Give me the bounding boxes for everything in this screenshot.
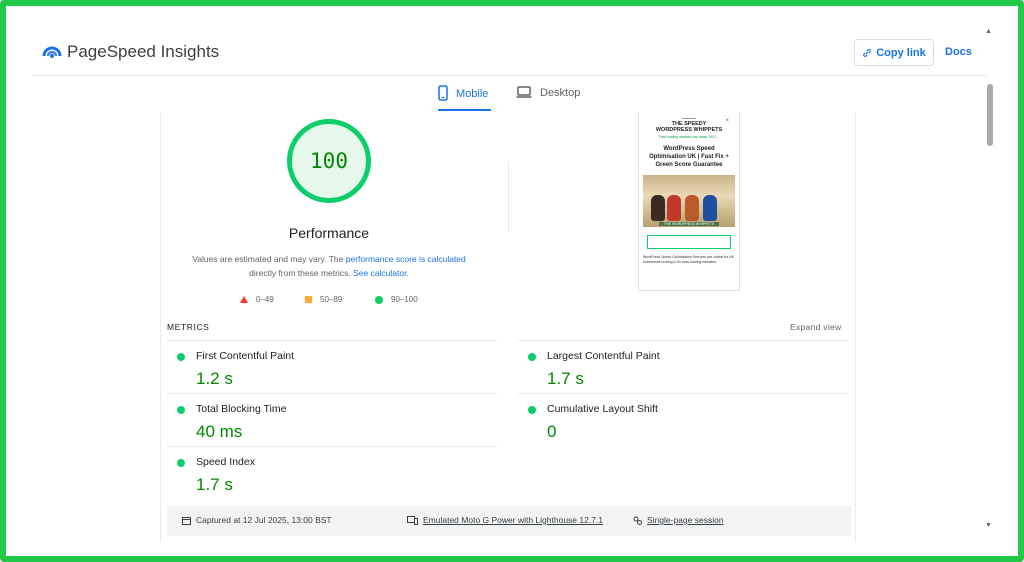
thumb-score-box — [647, 235, 731, 249]
column-divider — [508, 162, 509, 232]
metric-name: Largest Contentful Paint — [547, 350, 660, 362]
legend-pass: 90–100 — [375, 295, 418, 304]
expand-view-button[interactable]: Expand view — [790, 322, 842, 332]
metric-name: First Contentful Paint — [196, 350, 295, 362]
calendar-icon — [182, 516, 191, 525]
report-panel: 100 Performance Values are estimated and… — [160, 112, 856, 542]
legend-average: 50–89 — [305, 295, 342, 304]
see-calculator-link[interactable]: See calculator. — [353, 268, 409, 278]
circle-icon — [375, 295, 383, 304]
legend-pass-label: 90–100 — [391, 295, 418, 304]
performance-score-link[interactable]: performance score is calculated — [346, 254, 466, 264]
captured-at: Captured at 12 Jul 2025, 13:00 BST — [182, 515, 332, 525]
legend-fail-label: 0–49 — [256, 295, 274, 304]
close-icon: × — [725, 118, 729, 124]
copy-link-button[interactable]: Copy link — [854, 39, 934, 66]
page-screenshot-thumbnail: THE SPEEDY WORDPRESS WHIPPETS × Fast loa… — [638, 112, 740, 291]
metric-value: 0 — [547, 422, 557, 441]
thumb-caption: THE WORDPRESS WHIPPETS — [659, 222, 719, 226]
metric-name: Total Blocking Time — [196, 403, 287, 415]
whippets-photo: THE WORDPRESS WHIPPETS — [643, 175, 735, 227]
scroll-up-arrow-icon[interactable]: ▲ — [985, 28, 992, 35]
metric-largest-contentful-paint: Largest Contentful Paint 1.7 s — [518, 340, 848, 393]
runtime-settings-bar: Captured at 12 Jul 2025, 13:00 BST Emula… — [167, 506, 851, 536]
triangle-icon — [240, 296, 248, 303]
docs-link[interactable]: Docs — [945, 46, 972, 58]
metrics-section-label: METRICS — [167, 322, 210, 332]
devices-icon — [407, 515, 418, 525]
performance-score-gauge: 100 — [287, 119, 371, 203]
captured-at-text: Captured at 12 Jul 2025, 13:00 BST — [196, 515, 332, 525]
tab-mobile[interactable]: Mobile — [438, 85, 491, 111]
phone-icon — [438, 85, 448, 101]
metric-value: 40 ms — [196, 422, 243, 441]
pass-dot-icon — [528, 406, 536, 414]
copy-link-label: Copy link — [876, 46, 926, 59]
pass-dot-icon — [177, 459, 185, 467]
metric-value: 1.7 s — [196, 475, 233, 494]
thumb-brand: THE SPEEDY WORDPRESS WHIPPETS — [655, 121, 723, 133]
note-text: Values are estimated and may vary. The — [192, 254, 346, 264]
session-icon — [633, 516, 642, 525]
pass-dot-icon — [177, 353, 185, 361]
metric-name: Cumulative Layout Shift — [547, 403, 658, 415]
app-header: PageSpeed Insights Copy link Docs — [32, 30, 987, 76]
app-title: PageSpeed Insights — [67, 42, 220, 61]
scrollbar-thumb[interactable] — [987, 84, 993, 146]
thumb-heading: WordPress Speed Optimisation UK | Fast F… — [649, 146, 729, 168]
tab-mobile-label: Mobile — [456, 88, 489, 100]
thumb-footer: WordPress Speed Optimisation Services ar… — [643, 255, 734, 264]
link-icon — [863, 48, 872, 57]
metric-speed-index: Speed Index 1.7 s — [167, 446, 497, 499]
legend-fail: 0–49 — [240, 295, 274, 304]
pagespeed-logo-icon — [42, 46, 62, 58]
emulated-device-text: Emulated Moto G Power with Lighthouse 12… — [423, 515, 604, 525]
thumb-tagline: Fast loading website has better SEO... — [659, 135, 719, 139]
legend-average-label: 50–89 — [320, 295, 343, 304]
metric-cumulative-layout-shift: Cumulative Layout Shift 0 — [518, 393, 848, 446]
performance-title: Performance — [288, 225, 370, 241]
metric-name: Speed Index — [196, 456, 255, 468]
scroll-down-arrow-icon[interactable]: ▼ — [985, 522, 992, 529]
pass-dot-icon — [528, 353, 536, 361]
tab-desktop-label: Desktop — [540, 87, 581, 99]
session-text: Single-page session — [647, 515, 724, 525]
metric-value: 1.2 s — [196, 369, 233, 388]
square-icon — [305, 296, 312, 303]
metric-total-blocking-time: Total Blocking Time 40 ms — [167, 393, 497, 446]
emulated-device-link[interactable]: Emulated Moto G Power with Lighthouse 12… — [407, 515, 603, 525]
performance-note: Values are estimated and may vary. The p… — [181, 252, 477, 280]
metric-value: 1.7 s — [547, 369, 584, 388]
pass-dot-icon — [177, 406, 185, 414]
session-link[interactable]: Single-page session — [633, 515, 724, 525]
metric-first-contentful-paint: First Contentful Paint 1.2 s — [167, 340, 497, 393]
laptop-icon — [516, 86, 532, 98]
note-text-2: directly from these metrics. — [249, 268, 354, 278]
tab-desktop[interactable]: Desktop — [516, 85, 580, 111]
